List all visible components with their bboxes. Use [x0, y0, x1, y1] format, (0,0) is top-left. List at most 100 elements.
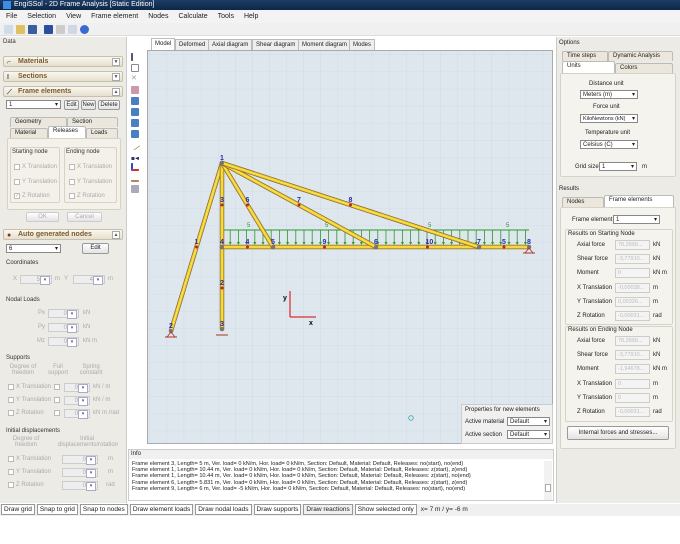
- tab-dynamic-analysis[interactable]: Dynamic Analysis: [608, 51, 673, 61]
- report-icon[interactable]: [68, 25, 77, 34]
- draw-supports-toggle[interactable]: Draw supports: [253, 504, 302, 515]
- active-section-select[interactable]: Default: [507, 430, 550, 439]
- print-icon[interactable]: [56, 25, 65, 34]
- start-y-translation-checkbox[interactable]: [14, 179, 20, 185]
- support-x-checkbox[interactable]: [8, 384, 14, 390]
- menu-calculate[interactable]: Calculate: [178, 10, 207, 23]
- help-icon[interactable]: [80, 25, 89, 34]
- px-input[interactable]: 0: [48, 309, 79, 319]
- open-file-icon[interactable]: [16, 25, 25, 34]
- calculate-icon[interactable]: [44, 25, 53, 34]
- new-file-icon[interactable]: [4, 25, 13, 34]
- draw-element-icon[interactable]: [129, 139, 141, 151]
- draw-element-loads-toggle[interactable]: Draw element loads: [129, 504, 194, 515]
- frame-elements-section[interactable]: ⟋ Frame elements ▲: [3, 86, 123, 97]
- menu-file[interactable]: File: [6, 10, 17, 23]
- init-x-checkbox[interactable]: [8, 456, 14, 462]
- show-selected-only-toggle[interactable]: Show selected only: [354, 504, 417, 515]
- node[interactable]: 7: [477, 239, 481, 249]
- info-scrollbar[interactable]: [544, 461, 552, 500]
- draw-nodal-loads-toggle[interactable]: Draw nodal loads: [195, 504, 252, 515]
- full-support-x-checkbox[interactable]: [54, 384, 60, 390]
- support-icon[interactable]: [131, 174, 139, 182]
- delete-select-icon[interactable]: ✕: [131, 75, 139, 83]
- menu-frame-element[interactable]: Frame element: [91, 10, 138, 23]
- full-support-y-checkbox[interactable]: [54, 397, 60, 403]
- save-icon[interactable]: [28, 25, 37, 34]
- delete-button[interactable]: Delete: [98, 100, 120, 110]
- tab-colors[interactable]: Colors: [615, 63, 673, 73]
- frame-element-select[interactable]: 1: [6, 100, 61, 109]
- tab-modes[interactable]: Modes: [349, 39, 376, 50]
- zoom-in-icon[interactable]: [131, 108, 139, 116]
- select-pointer-icon[interactable]: [131, 53, 139, 61]
- zoom-out-icon[interactable]: [131, 119, 139, 127]
- materials-section[interactable]: ⌐ Materials ▼: [3, 56, 123, 67]
- spring-x-input[interactable]: 0: [64, 383, 90, 393]
- menu-view[interactable]: View: [66, 10, 81, 23]
- pan-icon[interactable]: [131, 86, 139, 94]
- snap-to-grid-toggle[interactable]: Snap to grid: [36, 504, 78, 515]
- chevron-up-icon[interactable]: ▲: [112, 231, 120, 239]
- mz-input[interactable]: 0: [48, 337, 79, 347]
- spring-z-input[interactable]: 0: [64, 409, 90, 419]
- tab-deformed[interactable]: Deformed: [175, 39, 210, 50]
- distance-unit-select[interactable]: Meters (m): [580, 90, 638, 99]
- init-y-checkbox[interactable]: [8, 469, 14, 475]
- menu-nodes[interactable]: Nodes: [148, 10, 168, 23]
- node[interactable]: 3: [220, 321, 224, 331]
- node[interactable]: 4: [220, 239, 224, 249]
- internal-forces-button[interactable]: Internal forces and stresses...: [567, 426, 669, 440]
- node-edit-button[interactable]: Edit: [82, 243, 109, 254]
- move-icon[interactable]: [131, 64, 139, 72]
- info-log[interactable]: Frame element 3, Length= 5 m, Ver. load=…: [129, 461, 543, 492]
- support-y-checkbox[interactable]: [8, 397, 14, 403]
- frame-drawing[interactable]: 5555 1234 9 10 56 7 8 12 34 5 6 7 8 y x: [148, 51, 554, 445]
- node-select[interactable]: 6: [6, 244, 61, 253]
- end-x-translation-checkbox[interactable]: [69, 164, 75, 170]
- tab-time-steps[interactable]: Time steps: [562, 51, 608, 61]
- cancel-button[interactable]: Cancel: [67, 212, 102, 222]
- distributed-load-icon[interactable]: [131, 152, 139, 160]
- tab-axial-diagram[interactable]: Axial diagram: [208, 39, 253, 50]
- nodal-load-icon[interactable]: [131, 163, 139, 171]
- node[interactable]: 6: [374, 239, 378, 249]
- end-z-rotation-checkbox[interactable]: [69, 193, 75, 199]
- init-z-input[interactable]: 0: [62, 481, 98, 491]
- frame-element[interactable]: 2: [219, 244, 225, 332]
- tab-nodes[interactable]: Nodes: [562, 197, 604, 207]
- release-icon[interactable]: [131, 185, 139, 193]
- new-button[interactable]: New: [81, 100, 96, 110]
- menu-selection[interactable]: Selection: [27, 10, 56, 23]
- menu-tools[interactable]: Tools: [218, 10, 234, 23]
- y-coordinate-input[interactable]: 4: [73, 275, 105, 285]
- start-z-rotation-checkbox[interactable]: ✓: [14, 193, 20, 199]
- scrollbar-thumb[interactable]: [545, 484, 551, 492]
- init-y-input[interactable]: 0: [62, 468, 98, 478]
- tab-moment-diagram[interactable]: Moment diagram: [298, 39, 352, 50]
- ok-button[interactable]: OK: [26, 212, 59, 222]
- tab-releases[interactable]: Releases: [48, 126, 86, 138]
- temperature-unit-select[interactable]: Celsius (C): [580, 140, 638, 149]
- draw-reactions-toggle[interactable]: Draw reactions: [303, 504, 353, 515]
- menu-help[interactable]: Help: [244, 10, 258, 23]
- frame-element[interactable]: 3: [219, 160, 225, 250]
- init-z-checkbox[interactable]: [8, 482, 14, 488]
- force-unit-select[interactable]: KiloNewtons (kN): [580, 114, 638, 123]
- draw-grid-toggle[interactable]: Draw grid: [1, 504, 35, 515]
- tab-frame-elements[interactable]: Frame elements: [604, 195, 674, 207]
- node[interactable]: 5: [271, 239, 275, 249]
- chevron-down-icon[interactable]: ▼: [112, 58, 120, 66]
- end-y-translation-checkbox[interactable]: [69, 179, 75, 185]
- snap-to-nodes-toggle[interactable]: Snap to nodes: [79, 504, 128, 515]
- sections-section[interactable]: I Sections ▼: [3, 71, 123, 82]
- chevron-up-icon[interactable]: ▲: [112, 88, 120, 96]
- results-frame-element-select[interactable]: 1: [613, 215, 660, 224]
- x-coordinate-input[interactable]: 5: [20, 275, 52, 285]
- zoom-window-icon[interactable]: [131, 97, 139, 105]
- spring-y-input[interactable]: 0: [64, 396, 90, 406]
- tab-material[interactable]: Material: [10, 128, 48, 138]
- zoom-extents-icon[interactable]: [131, 130, 139, 138]
- tab-shear-diagram[interactable]: Shear diagram: [252, 39, 300, 50]
- chevron-down-icon[interactable]: ▼: [112, 73, 120, 81]
